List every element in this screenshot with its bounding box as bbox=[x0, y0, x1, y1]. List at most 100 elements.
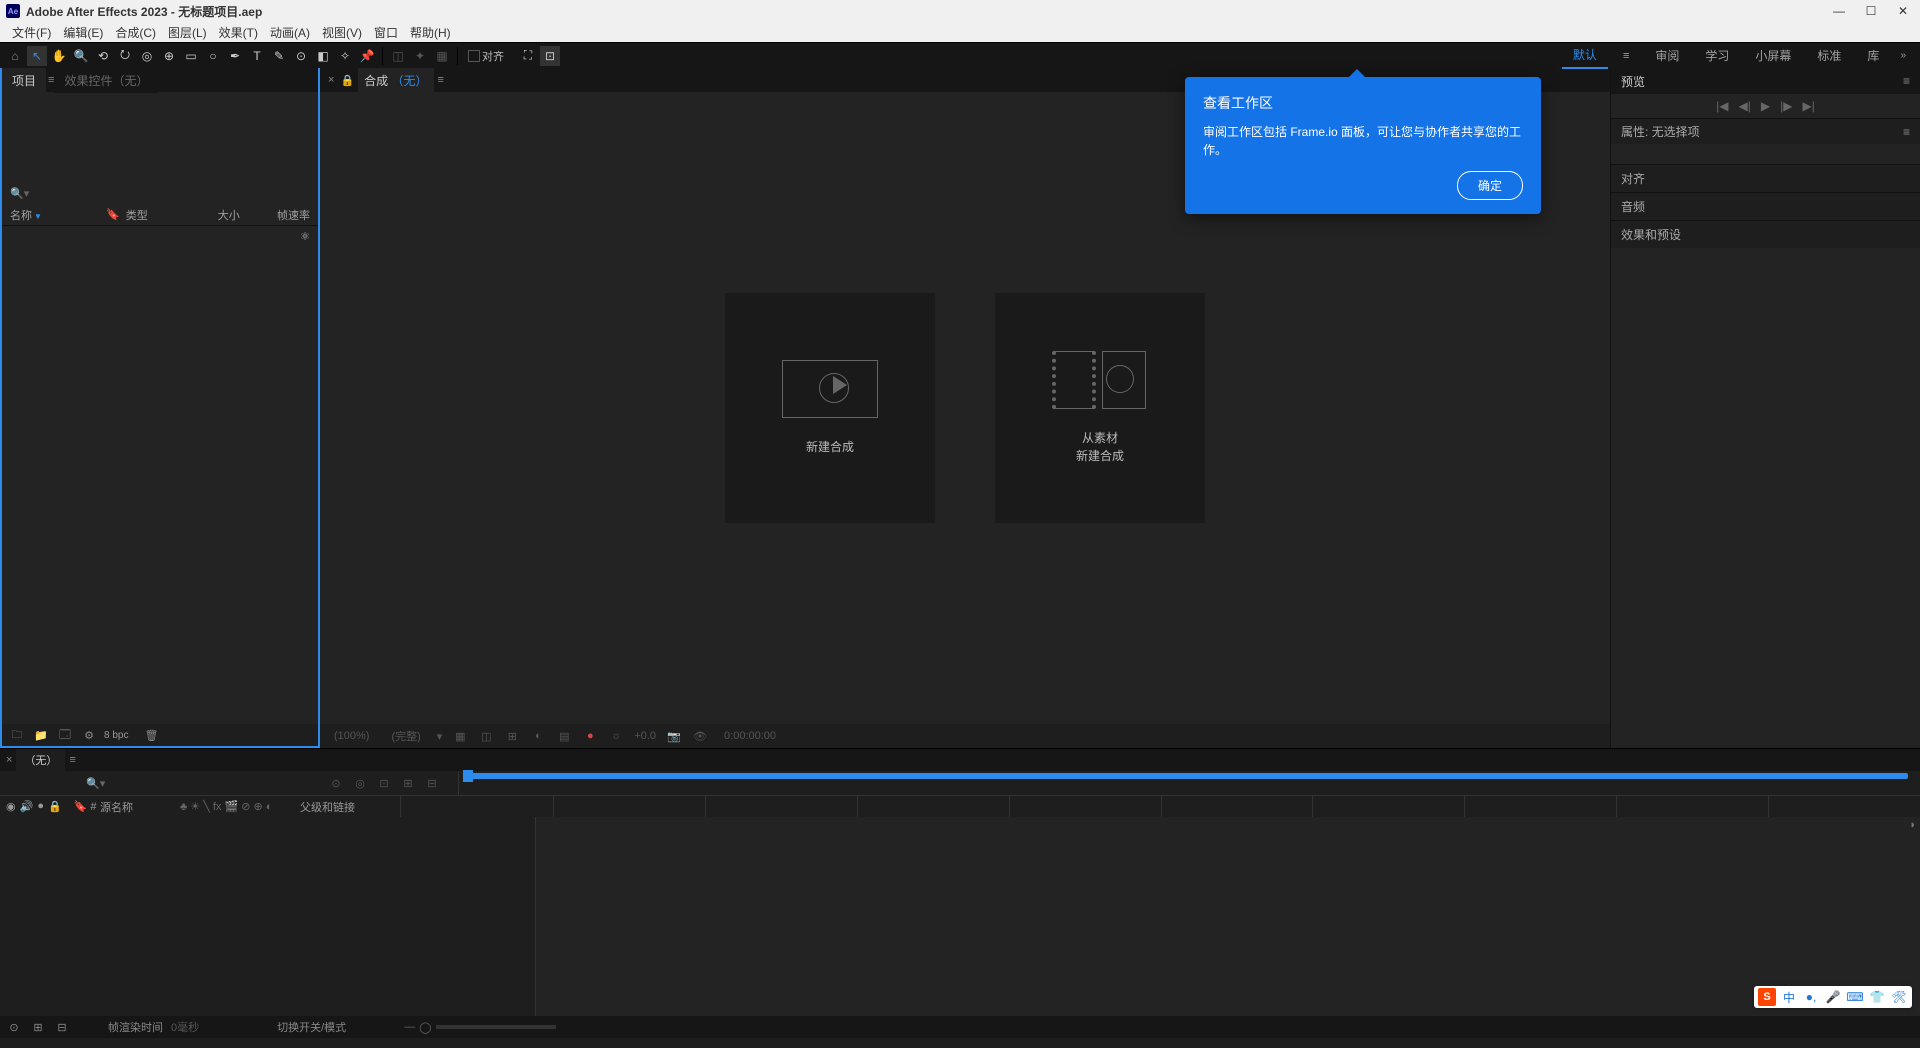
timeline-search[interactable]: 🔍▾ bbox=[80, 777, 320, 790]
ime-voice-icon[interactable]: 🎤 bbox=[1824, 988, 1842, 1006]
project-tree[interactable]: ⚛ bbox=[2, 226, 318, 724]
comp-tab-menu-icon[interactable]: ≡ bbox=[438, 74, 444, 86]
workspace-review[interactable]: 审阅 bbox=[1644, 43, 1690, 68]
region-icon[interactable]: ● bbox=[582, 730, 598, 742]
play-icon[interactable]: ▶ bbox=[1761, 99, 1770, 113]
workspace-library[interactable]: 库 bbox=[1856, 43, 1890, 68]
workspace-default[interactable]: 默认 bbox=[1562, 42, 1608, 69]
preview-menu-icon[interactable]: ≡ bbox=[1903, 74, 1910, 88]
show-snapshot-icon[interactable]: 👁 bbox=[692, 730, 708, 743]
trash-icon[interactable]: 🗑 bbox=[142, 729, 160, 742]
timeline-tracks[interactable]: ◗ bbox=[535, 817, 1920, 1016]
hand-tool-icon[interactable]: ✋ bbox=[49, 46, 69, 66]
tl-btn3-icon[interactable]: ⊡ bbox=[376, 777, 392, 790]
align-panel-header[interactable]: 对齐 bbox=[1611, 164, 1920, 192]
selection-tool-icon[interactable]: ↖ bbox=[27, 46, 47, 66]
zoom-handle-icon[interactable]: ◯ bbox=[419, 1021, 431, 1034]
mask-icon[interactable]: ◫ bbox=[478, 730, 494, 743]
tl-toggle1-icon[interactable]: ⊙ bbox=[6, 1021, 22, 1034]
new-folder-icon[interactable]: 📁 bbox=[32, 729, 50, 742]
maximize-button[interactable]: ☐ bbox=[1864, 4, 1878, 18]
clone-tool-icon[interactable]: ⊙ bbox=[291, 46, 311, 66]
ime-tool-icon[interactable]: 🛠 bbox=[1890, 988, 1908, 1006]
project-tab[interactable]: 项目 bbox=[2, 68, 46, 93]
properties-panel-header[interactable]: 属性: 无选择项 ≡ bbox=[1611, 118, 1920, 144]
menu-view[interactable]: 视图(V) bbox=[316, 22, 368, 43]
properties-menu-icon[interactable]: ≡ bbox=[1903, 125, 1910, 139]
timeline-layers[interactable] bbox=[0, 817, 535, 1016]
align-checkbox[interactable] bbox=[468, 50, 480, 62]
playhead-icon[interactable] bbox=[463, 770, 473, 782]
zoom-tool-icon[interactable]: 🔍 bbox=[71, 46, 91, 66]
ime-keyboard-icon[interactable]: ⌨ bbox=[1846, 988, 1864, 1006]
solo-icon[interactable]: ● bbox=[37, 800, 44, 813]
col-type[interactable]: 类型 bbox=[126, 207, 196, 223]
brush-tool-icon[interactable]: ✎ bbox=[269, 46, 289, 66]
exposure-icon[interactable]: ☼ bbox=[608, 730, 624, 742]
camera-tool-icon[interactable]: ◎ bbox=[137, 46, 157, 66]
workspace-standard[interactable]: 标准 bbox=[1806, 43, 1852, 68]
new-composition-card[interactable]: 新建合成 bbox=[725, 293, 935, 523]
interpret-icon[interactable]: 🗀 bbox=[8, 726, 26, 745]
col-fps[interactable]: 帧速率 bbox=[240, 207, 310, 223]
effects-presets-panel-header[interactable]: 效果和预设 bbox=[1611, 220, 1920, 248]
flowchart-icon[interactable]: ⚛ bbox=[300, 230, 310, 243]
current-time[interactable]: 0:00:00:00 bbox=[718, 730, 782, 742]
timeline-menu-icon[interactable]: ≡ bbox=[69, 754, 75, 766]
timeline-ruler[interactable] bbox=[458, 771, 1920, 795]
workspace-small[interactable]: 小屏幕 bbox=[1744, 43, 1802, 68]
snap-tool-icon[interactable]: ◫ bbox=[388, 46, 408, 66]
ellipse-tool-icon[interactable]: ○ bbox=[203, 46, 223, 66]
puppet-tool-icon[interactable]: 📌 bbox=[357, 46, 377, 66]
zoom-out-icon[interactable]: — bbox=[404, 1021, 415, 1033]
ime-toolbar[interactable]: S 中 ●, 🎤 ⌨ 👕 🛠 bbox=[1754, 986, 1912, 1008]
workspace-learn[interactable]: 学习 bbox=[1694, 43, 1740, 68]
snap2-tool-icon[interactable]: ✦ bbox=[410, 46, 430, 66]
first-frame-icon[interactable]: |◀ bbox=[1716, 99, 1728, 113]
workspace-menu-icon[interactable]: ≡ bbox=[1612, 46, 1640, 66]
switch-mode-button[interactable]: 切换开关/模式 bbox=[277, 1019, 346, 1035]
lock-icon[interactable]: 🔒 bbox=[48, 800, 62, 813]
tl-btn2-icon[interactable]: ◎ bbox=[352, 777, 368, 790]
orbit-tool-icon[interactable]: ⟲ bbox=[93, 46, 113, 66]
audio-panel-header[interactable]: 音频 bbox=[1611, 192, 1920, 220]
comp-tab[interactable]: 合成 （无） bbox=[358, 68, 433, 93]
col-name[interactable]: 名称 bbox=[10, 210, 32, 222]
snapshot-icon[interactable]: 📷 bbox=[666, 730, 682, 743]
snap3-tool-icon[interactable]: ▦ bbox=[432, 46, 452, 66]
new-comp-icon[interactable]: 🗔 bbox=[56, 726, 74, 745]
tl-btn5-icon[interactable]: ⊟ bbox=[424, 777, 440, 790]
prev-frame-icon[interactable]: ◀| bbox=[1739, 99, 1751, 113]
menu-window[interactable]: 窗口 bbox=[368, 22, 404, 43]
home-tool-icon[interactable]: ⌂ bbox=[5, 46, 25, 66]
menu-file[interactable]: 文件(F) bbox=[6, 22, 57, 43]
menu-composition[interactable]: 合成(C) bbox=[109, 22, 162, 43]
last-frame-icon[interactable]: ▶| bbox=[1802, 99, 1814, 113]
tl-toggle3-icon[interactable]: ⊟ bbox=[54, 1021, 70, 1034]
grid-icon[interactable]: ▦ bbox=[452, 730, 468, 743]
menu-edit[interactable]: 编辑(E) bbox=[57, 22, 109, 43]
rotate-tool-icon[interactable]: ⭮ bbox=[115, 46, 135, 66]
menu-help[interactable]: 帮助(H) bbox=[404, 22, 457, 43]
col-size[interactable]: 大小 bbox=[196, 207, 240, 223]
transparency-icon[interactable]: ▤ bbox=[556, 730, 572, 743]
popup-ok-button[interactable]: 确定 bbox=[1457, 171, 1523, 200]
search-toolbar-icon[interactable]: ⊡ bbox=[540, 46, 560, 66]
channel-icon[interactable]: ◐ bbox=[530, 730, 546, 742]
workspace-overflow-icon[interactable]: » bbox=[1894, 50, 1912, 61]
ime-punct-icon[interactable]: ●, bbox=[1802, 988, 1820, 1006]
timeline-tab[interactable]: （无） bbox=[16, 749, 65, 771]
close-button[interactable]: ✕ bbox=[1896, 4, 1910, 18]
marker-icon[interactable]: ◗ bbox=[1909, 819, 1916, 831]
tl-btn1-icon[interactable]: ⊙ bbox=[328, 777, 344, 790]
eye-icon[interactable]: ◉ bbox=[6, 800, 16, 813]
project-search[interactable]: 🔍▾ bbox=[2, 182, 318, 204]
pen-tool-icon[interactable]: ✒ bbox=[225, 46, 245, 66]
menu-effect[interactable]: 效果(T) bbox=[213, 22, 264, 43]
menu-layer[interactable]: 图层(L) bbox=[162, 22, 213, 43]
speaker-icon[interactable]: 🔊 bbox=[20, 800, 34, 813]
bpc-label[interactable]: 8 bpc bbox=[104, 730, 128, 741]
timeline-close-icon[interactable]: × bbox=[6, 754, 12, 766]
effect-controls-tab[interactable]: 效果控件（无） bbox=[54, 68, 158, 93]
ime-lang[interactable]: 中 bbox=[1780, 988, 1798, 1006]
